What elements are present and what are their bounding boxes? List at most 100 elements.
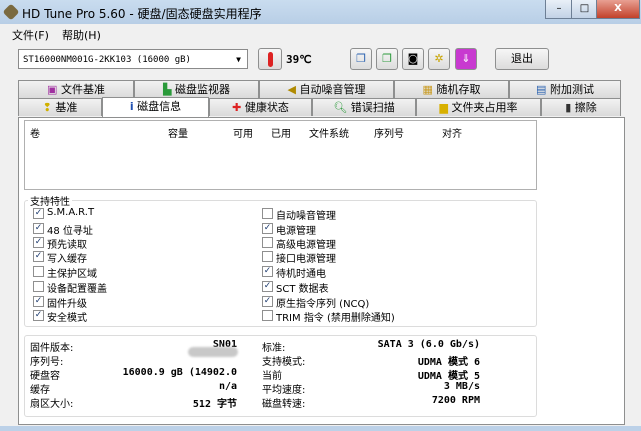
- download-arrow-icon: ⇓: [461, 52, 471, 65]
- tab-label: 自动噪音管理: [299, 83, 366, 96]
- screenshot-button[interactable]: ◙: [402, 48, 424, 70]
- feature-label: 电源管理: [276, 226, 316, 237]
- info-label: 当前: [262, 371, 282, 382]
- checkbox-box[interactable]: ✓: [33, 251, 44, 262]
- col-free[interactable]: 可用: [233, 125, 253, 140]
- checkbox-box[interactable]: [33, 281, 44, 292]
- monitor-chart-icon: ▙: [163, 83, 172, 96]
- info-label: 序列号:: [30, 357, 64, 368]
- feature-label: 自动噪音管理: [276, 211, 336, 222]
- red-cross-icon: ✚: [232, 101, 242, 114]
- feature-label: S.M.A.R.T: [47, 207, 95, 218]
- feature-label: 高级电源管理: [276, 240, 336, 251]
- camera-icon: ◙: [407, 52, 419, 65]
- feature-label: 预先读取: [47, 240, 87, 251]
- col-alignment[interactable]: 对齐: [442, 125, 462, 140]
- tab-label: 错误扫描: [350, 101, 395, 114]
- menu-file[interactable]: 文件(F): [12, 27, 49, 43]
- copy-all-button[interactable]: ❐: [376, 48, 398, 70]
- window-title: HD Tune Pro 5.60 - 硬盘/固态硬盘实用程序: [22, 7, 262, 21]
- trash-icon: ▮: [565, 101, 572, 114]
- exit-button[interactable]: 退出: [495, 48, 549, 70]
- feature-label: 主保护区域: [47, 269, 97, 280]
- file-benchmark-icon: ▣: [47, 83, 58, 96]
- close-button[interactable]: X: [596, 0, 640, 19]
- tab-folder-usage[interactable]: ▆ 文件夹占用率: [416, 98, 541, 116]
- tab-error-scan[interactable]: 🔍︎ 错误扫描: [312, 98, 416, 116]
- info-label: 缓存: [30, 385, 50, 396]
- feature-label: 安全模式: [47, 313, 87, 324]
- minimize-button[interactable]: –: [545, 0, 573, 19]
- magnifier-icon: 🔍︎: [333, 101, 348, 114]
- feature-label: 待机时通电: [276, 269, 326, 280]
- feature-label: 设备配置覆盖: [47, 284, 107, 295]
- tab-label: 基准: [55, 101, 78, 114]
- thermometer-icon: [267, 52, 273, 67]
- col-serial[interactable]: 序列号: [374, 125, 404, 140]
- extra-tests-icon: ▤: [536, 83, 547, 96]
- drive-select[interactable]: ST16000NM001G-2KK103 (16000 gB) ▼: [18, 49, 248, 69]
- checkbox-box[interactable]: ✓: [262, 281, 273, 292]
- tab-disk-info[interactable]: i 磁盘信息: [102, 97, 209, 117]
- tab-label: 擦除: [574, 101, 597, 114]
- col-volume[interactable]: 卷: [30, 125, 40, 140]
- feature-label: 固件升级: [47, 299, 87, 310]
- feature-label: TRIM 指令 (禁用删除通知): [276, 313, 395, 324]
- temperature-button[interactable]: [258, 48, 282, 70]
- info-label: 磁盘转速:: [262, 399, 306, 410]
- tab-erase[interactable]: ▮ 擦除: [541, 98, 621, 116]
- checkbox-box[interactable]: ✓: [33, 223, 44, 234]
- tab-label: 磁盘监视器: [174, 83, 230, 96]
- tab-label: 附加测试: [549, 83, 594, 96]
- tab-benchmark[interactable]: ❢ 基准: [18, 98, 102, 116]
- tab-random-access[interactable]: ▦ 随机存取: [394, 80, 509, 98]
- feature-label: SCT 数据表: [276, 284, 329, 295]
- tab-extra-tests[interactable]: ▤ 附加测试: [509, 80, 621, 98]
- info-label: 支持模式:: [262, 357, 306, 368]
- col-capacity[interactable]: 容量: [168, 125, 188, 140]
- menu-bar: 文件(F) 帮助(H): [0, 24, 641, 42]
- copy-info-button[interactable]: ❐: [350, 48, 372, 70]
- random-access-icon: ▦: [422, 83, 433, 96]
- tab-label: 文件夹占用率: [451, 101, 518, 114]
- checkbox-box[interactable]: [262, 237, 273, 248]
- save-button[interactable]: ⇓: [455, 48, 477, 70]
- copy-green-icon: ❐: [382, 52, 392, 65]
- checkbox-box[interactable]: [262, 310, 273, 321]
- checkbox-box[interactable]: ✓: [33, 237, 44, 248]
- gears-icon: ✲: [434, 52, 444, 65]
- maximize-button[interactable]: □: [571, 0, 598, 19]
- info-icon: i: [129, 100, 134, 113]
- col-filesystem[interactable]: 文件系统: [309, 125, 349, 140]
- checkbox-box[interactable]: ✓: [33, 310, 44, 321]
- feature-label: 48 位寻址: [47, 226, 93, 237]
- checkbox-box[interactable]: ✓: [33, 296, 44, 307]
- checkbox-box[interactable]: [262, 251, 273, 262]
- copy-icon: ❐: [356, 52, 366, 65]
- tab-health[interactable]: ✚ 健康状态: [209, 98, 312, 116]
- temperature-readout: 39℃: [286, 53, 312, 66]
- checkbox-box[interactable]: [262, 208, 273, 219]
- menu-help[interactable]: 帮助(H): [62, 27, 101, 43]
- info-value: UDMA 模式 6: [417, 357, 480, 368]
- info-label: 固件版本:: [30, 343, 74, 354]
- chevron-down-icon: ▼: [236, 55, 241, 64]
- checkbox-box[interactable]: ✓: [262, 223, 273, 234]
- feature-label: 原生指令序列 (NCQ): [276, 299, 370, 310]
- tab-label: 文件基准: [60, 83, 105, 96]
- options-button[interactable]: ✲: [428, 48, 450, 70]
- tab-aam[interactable]: ◀ 自动噪音管理: [259, 80, 394, 98]
- checkbox-box[interactable]: ✓: [262, 266, 273, 277]
- checkbox-box[interactable]: [33, 266, 44, 277]
- col-used[interactable]: 已用: [271, 125, 291, 140]
- tab-label: 健康状态: [244, 101, 289, 114]
- lightbulb-icon: ❢: [42, 101, 52, 114]
- checkbox-box[interactable]: ✓: [262, 296, 273, 307]
- tab-file-benchmark[interactable]: ▣ 文件基准: [18, 80, 134, 98]
- tab-disk-monitor[interactable]: ▙ 磁盘监视器: [134, 80, 259, 98]
- serial-redaction: [188, 347, 238, 357]
- info-label: 平均速度:: [262, 385, 306, 396]
- checkbox-box[interactable]: ✓: [33, 208, 44, 219]
- feature-label: 写入缓存: [47, 254, 87, 265]
- info-value: SATA 3 (6.0 Gb/s): [377, 339, 480, 350]
